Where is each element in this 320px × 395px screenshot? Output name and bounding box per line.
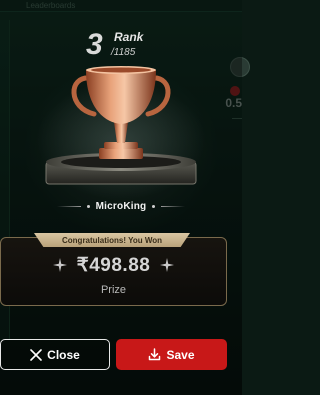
rank-total: /1185 — [111, 47, 136, 58]
name-dot-right — [152, 204, 156, 208]
player-name-row: MicroKing — [0, 197, 242, 215]
download-icon — [149, 348, 161, 361]
prize-amount: ₹498.88 — [76, 254, 151, 276]
sparkle-icon — [52, 258, 67, 272]
name-divider-left — [56, 205, 81, 207]
prize-label: Prize — [100, 284, 127, 296]
save-button[interactable]: Save — [116, 339, 227, 370]
name-divider-right — [161, 205, 186, 207]
sparkle-icon — [160, 258, 175, 272]
player-name: MicroKing — [95, 200, 147, 212]
save-button-label: Save — [166, 347, 195, 362]
close-button-label: Close — [47, 347, 80, 362]
close-icon — [30, 348, 42, 361]
name-dot-left — [86, 204, 90, 208]
trophy-icon — [45, 66, 197, 185]
rank-label: Rank — [114, 30, 144, 44]
close-button[interactable]: Close — [0, 339, 110, 370]
prize-amount-row: ₹498.88 — [0, 252, 227, 278]
rank-position: 3 — [86, 28, 103, 61]
prize-banner-text: Congratulations! You Won — [62, 235, 162, 245]
prize-banner: Congratulations! You Won — [34, 233, 190, 247]
